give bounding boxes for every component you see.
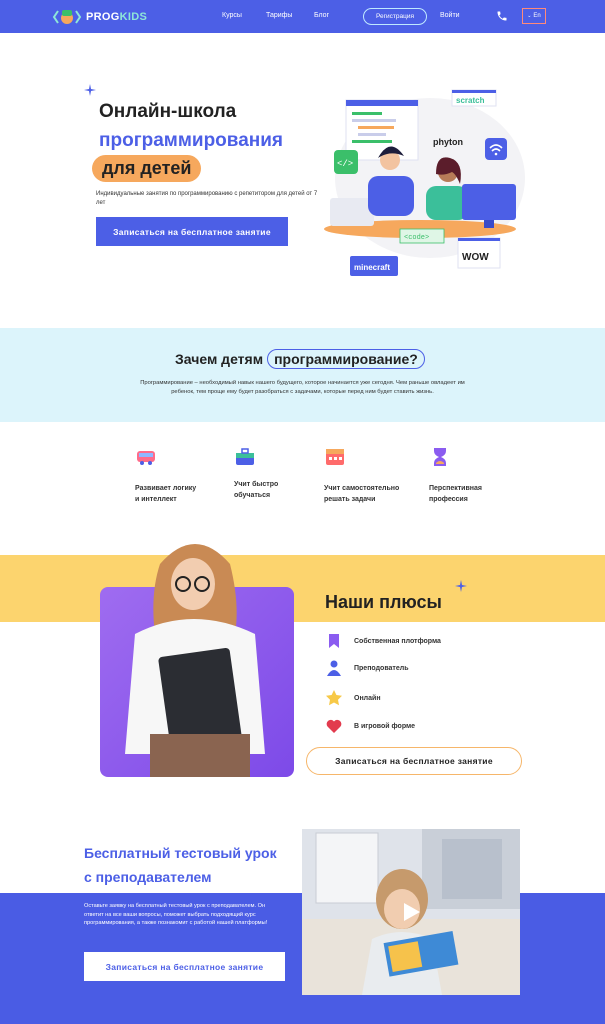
phone-icon[interactable] [496, 10, 508, 22]
scratch-tag: scratch [456, 96, 485, 105]
why-title: Зачем детям программирование? [175, 349, 425, 369]
pluses-signup-button[interactable]: Записаться на бесплатное занятие [306, 747, 522, 775]
sparkle-icon [455, 580, 467, 592]
hero-title-line2: программирования [99, 130, 284, 151]
bus-icon [137, 451, 155, 465]
play-icon[interactable] [400, 901, 422, 923]
hourglass-icon [434, 448, 446, 466]
nav-courses[interactable]: Курсы [222, 12, 242, 19]
trial-signup-button[interactable]: Записаться на бесплатное занятие [84, 952, 285, 981]
trial-title: Бесплатный тестовый урок с преподавателе… [84, 845, 277, 885]
feature-problem-solving: Учит самостоятельно решать задачи [324, 446, 399, 505]
nav-tariffs[interactable]: Тарифы [266, 12, 292, 19]
plus-item-teacher: Преподователь [326, 660, 409, 676]
nav-blog[interactable]: Блог [314, 12, 329, 19]
heart-icon [326, 718, 342, 734]
hero-title-line1: Онлайн-школа [99, 101, 237, 122]
phyton-tag: phyton [433, 137, 463, 147]
video-player[interactable] [302, 829, 520, 995]
hero-title-line3: для детей [92, 155, 202, 182]
user-icon [326, 660, 342, 676]
briefcase-icon [236, 448, 254, 465]
logo[interactable]: PROGKIDS [52, 8, 147, 26]
feature-fast-learning: Учит быстро обучаться [234, 446, 278, 501]
calendar-icon [326, 449, 344, 465]
login-link[interactable]: Войти [440, 12, 460, 19]
plus-item-platform: Собственная плотформа [326, 633, 441, 649]
plus-item-game: В игровой форме [326, 718, 415, 734]
svg-text:</>: </> [337, 159, 353, 169]
why-description: Программирование – необходимый навык наш… [140, 380, 465, 395]
language-switch[interactable]: ⌄ En [522, 8, 546, 24]
minecraft-tag: minecraft [354, 263, 390, 272]
logo-text: PROGKIDS [86, 11, 148, 23]
feature-logic: Развивает логику и интеллект [135, 446, 196, 505]
hero-illustration: scratch </> phyton <code> WOW minecraft [324, 89, 525, 276]
wow-tag: WOW [462, 252, 489, 263]
landing-page: PROGKIDS Курсы Тарифы Блог Регистрация В… [0, 0, 605, 1024]
girl-photo [125, 544, 265, 777]
logo-icon [52, 10, 82, 24]
trial-description: Оставьте заявку на бесплатный тестовый у… [84, 903, 268, 926]
feature-profession: Перспективная профессия [429, 446, 482, 505]
chevron-down-icon: ⌄ [527, 13, 532, 19]
why-title-highlight: программирование? [267, 349, 425, 369]
hero-subtitle: Индивидуальные занятия по программирован… [96, 191, 318, 206]
why-section: Зачем детям программирование? Программир… [0, 328, 605, 422]
plus-item-online: Онлайн [326, 690, 381, 706]
star-icon [326, 690, 342, 706]
hero-signup-button[interactable]: Записаться на бесплатное занятие [96, 217, 288, 246]
code-tag: <code> [404, 234, 429, 242]
bookmark-icon [326, 633, 342, 649]
pluses-band [0, 555, 605, 622]
sparkle-icon [84, 84, 96, 96]
register-button[interactable]: Регистрация [363, 8, 427, 25]
site-header: PROGKIDS Курсы Тарифы Блог Регистрация В… [0, 0, 605, 33]
pluses-title: Наши плюсы [325, 592, 442, 612]
